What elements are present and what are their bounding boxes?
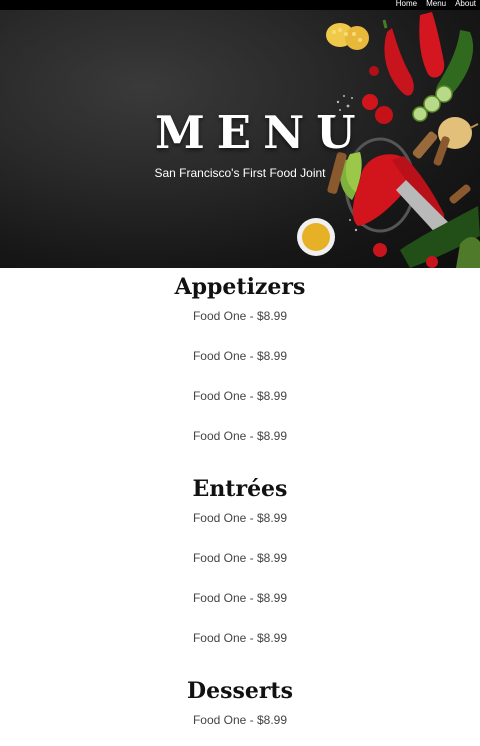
menu-item: Food One - $8.99 xyxy=(192,309,288,323)
nav-link-menu[interactable]: Menu xyxy=(426,0,446,9)
nav-link-home[interactable]: Home xyxy=(396,0,417,9)
menu-item: Food One - $8.99 xyxy=(192,511,288,525)
section-title: Entrées xyxy=(192,476,288,502)
section-title: Desserts xyxy=(187,678,293,704)
menu-item: Food One - $8.99 xyxy=(192,429,288,443)
menu-section-entrees: Entrées Food One - $8.99 Food One - $8.9… xyxy=(0,470,480,664)
corn-icon xyxy=(326,23,369,50)
hero-title: MENU xyxy=(155,106,368,159)
section-title: Appetizers xyxy=(174,274,306,300)
top-nav-bar: Home Menu About xyxy=(0,0,480,10)
menu-item: Food One - $8.99 xyxy=(192,551,288,565)
menu-item: Food One - $8.99 xyxy=(192,349,288,363)
nav-link-about[interactable]: About xyxy=(455,0,476,9)
nav-links: Home Menu About xyxy=(396,0,476,9)
menu-item: Food One - $8.99 xyxy=(192,713,288,727)
menu-item: Food One - $8.99 xyxy=(192,389,288,403)
menu-section-appetizers: Appetizers Food One - $8.99 Food One - $… xyxy=(0,268,480,462)
menu-item: Food One - $8.99 xyxy=(192,631,288,645)
menu-section-desserts: Desserts Food One - $8.99 xyxy=(0,672,480,746)
menu-list: Appetizers Food One - $8.99 Food One - $… xyxy=(0,268,480,746)
menu-item: Food One - $8.99 xyxy=(192,591,288,605)
hero-subtitle: San Francisco's First Food Joint xyxy=(154,166,326,180)
hero-banner: MENU San Francisco's First Food Joint xyxy=(0,10,480,268)
